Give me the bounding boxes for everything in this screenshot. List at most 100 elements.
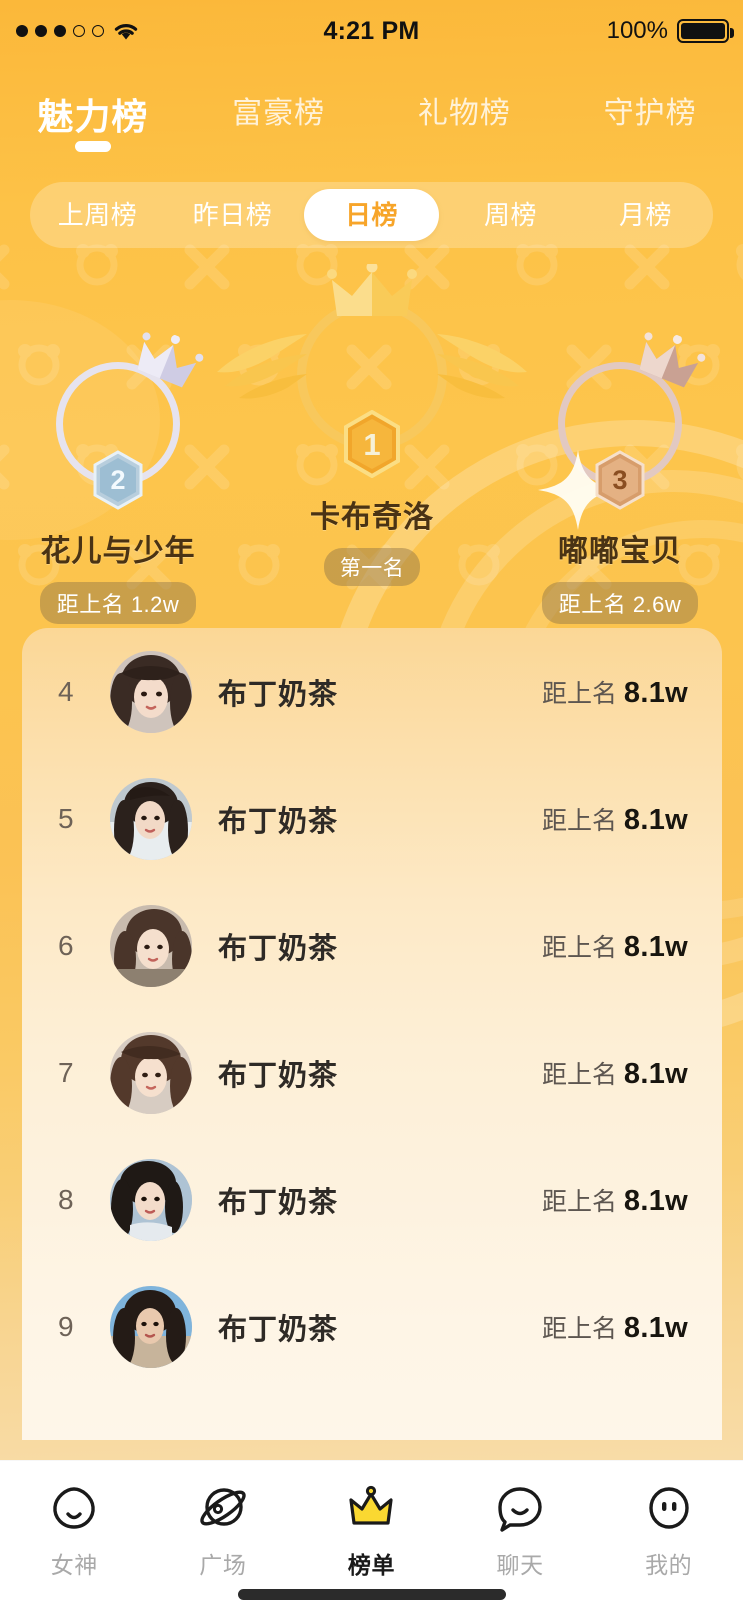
period-tab-weekly[interactable]: 周榜 bbox=[443, 189, 578, 241]
table-row[interactable]: 6 布丁奶茶 距上名 8.1w bbox=[22, 882, 722, 1009]
row-score-prefix: 距上名 bbox=[541, 806, 617, 835]
table-row[interactable]: 9 布丁奶茶 距上名 8.1w bbox=[22, 1263, 722, 1390]
rank-badge-3: 3 bbox=[593, 450, 647, 510]
planet-icon bbox=[200, 1488, 246, 1526]
wings-gold-icon-right bbox=[437, 334, 527, 399]
row-user-name: 布丁奶茶 bbox=[218, 1186, 339, 1219]
podium-rank-1[interactable]: 1 卡布奇洛 第一名 bbox=[217, 264, 527, 586]
podium-rank-2[interactable]: 2 花儿与少年 距上名 1.2w bbox=[18, 332, 218, 624]
period-tab-daily[interactable]: 日榜 bbox=[304, 189, 439, 241]
row-rank-number: 4 bbox=[58, 675, 74, 707]
app-screen: 4:21 PM 100% 魅力榜 富豪榜 礼物榜 守护榜 上周榜 昨日榜 日榜 … bbox=[0, 0, 743, 1617]
battery-full-icon bbox=[677, 19, 734, 43]
bottom-navigation-bar: 女神 广场 榜单 聊天 我的 bbox=[0, 1460, 743, 1617]
row-score-prefix: 距上名 bbox=[541, 679, 617, 708]
row-score-prefix: 距上名 bbox=[541, 1187, 617, 1216]
avatar-photo-6 bbox=[110, 1285, 192, 1368]
tab-label: 魅力榜 bbox=[37, 96, 149, 137]
nav-label: 聊天 bbox=[496, 1552, 544, 1578]
row-rank-number: 7 bbox=[58, 1056, 74, 1088]
podium-top-three: 2 花儿与少年 距上名 1.2w 1 卡布奇洛 第一名 3 嘟嘟宝贝 距上名 2… bbox=[0, 264, 743, 630]
rank-badge-number: 2 bbox=[110, 464, 126, 495]
avatar[interactable] bbox=[110, 650, 192, 733]
tab-gift-board[interactable]: 礼物榜 bbox=[372, 78, 558, 132]
row-user-name: 布丁奶茶 bbox=[218, 932, 339, 965]
rank-list-card: 4 布丁奶茶 距上名 8.1w 5 布丁奶茶 距上名 8.1w 6 布丁奶茶 距… bbox=[22, 628, 722, 1440]
period-tab-last-week[interactable]: 上周榜 bbox=[30, 189, 165, 241]
nav-item-plaza[interactable]: 广场 bbox=[149, 1483, 298, 1580]
row-rank-number: 8 bbox=[58, 1183, 74, 1215]
row-user-name: 布丁奶茶 bbox=[218, 1059, 339, 1092]
row-score: 距上名 8.1w bbox=[542, 1055, 688, 1091]
podium-name-2: 花儿与少年 bbox=[40, 535, 196, 568]
crown-icon bbox=[349, 1485, 394, 1525]
rank-badge-number: 1 bbox=[363, 426, 381, 462]
podium-avatar-3[interactable]: 3 bbox=[538, 332, 706, 530]
wings-gold-icon-left bbox=[217, 334, 307, 399]
table-row[interactable]: 8 布丁奶茶 距上名 8.1w bbox=[22, 1136, 722, 1263]
podium-avatar-1[interactable]: 1 bbox=[217, 264, 527, 478]
home-indicator-bar[interactable] bbox=[237, 1589, 506, 1600]
row-score-prefix: 距上名 bbox=[541, 933, 617, 962]
avatar[interactable] bbox=[110, 777, 192, 860]
battery-percent-label: 100% bbox=[606, 17, 668, 44]
tab-charm-board[interactable]: 魅力榜 bbox=[0, 78, 186, 152]
profile-face-icon bbox=[648, 1487, 689, 1529]
status-bar: 4:21 PM 100% bbox=[0, 0, 743, 62]
nav-item-profile[interactable]: 我的 bbox=[594, 1483, 743, 1580]
tab-label: 富豪榜 bbox=[232, 97, 326, 130]
row-user-name: 布丁奶茶 bbox=[218, 805, 339, 838]
row-rank-number: 9 bbox=[58, 1310, 74, 1342]
row-score: 距上名 8.1w bbox=[542, 674, 688, 710]
row-score-prefix: 距上名 bbox=[541, 1060, 617, 1089]
avatar[interactable] bbox=[110, 904, 192, 987]
podium-avatar-2[interactable]: 2 bbox=[56, 332, 204, 510]
chat-bubble-icon bbox=[498, 1487, 542, 1532]
avatar[interactable] bbox=[110, 1031, 192, 1114]
row-score-value: 8.1w bbox=[623, 930, 688, 963]
tab-active-indicator bbox=[74, 141, 111, 152]
period-tab-monthly[interactable]: 月榜 bbox=[578, 189, 713, 241]
row-score-value: 8.1w bbox=[623, 1057, 688, 1090]
rank-badge-1: 1 bbox=[341, 410, 403, 478]
row-user-name: 布丁奶茶 bbox=[218, 678, 339, 711]
tab-guardian-board[interactable]: 守护榜 bbox=[557, 78, 743, 132]
rank-badge-2: 2 bbox=[91, 450, 145, 510]
status-bar-right: 100% bbox=[606, 17, 734, 45]
row-rank-number: 6 bbox=[58, 929, 74, 961]
podium-rank-3[interactable]: 3 嘟嘟宝贝 距上名 2.6w bbox=[518, 332, 722, 624]
period-tab-yesterday[interactable]: 昨日榜 bbox=[165, 189, 300, 241]
nav-label: 广场 bbox=[199, 1552, 247, 1578]
row-score: 距上名 8.1w bbox=[542, 1309, 688, 1345]
row-rank-number: 5 bbox=[58, 802, 74, 834]
podium-gap-badge-3: 距上名 2.6w bbox=[541, 582, 699, 624]
tab-label: 守护榜 bbox=[603, 97, 697, 130]
avatar[interactable] bbox=[110, 1285, 192, 1368]
nav-label: 女神 bbox=[50, 1552, 98, 1578]
podium-gap-badge-2: 距上名 1.2w bbox=[39, 582, 197, 624]
nav-item-goddess[interactable]: 女神 bbox=[0, 1483, 149, 1580]
rank-badge-number: 3 bbox=[612, 464, 628, 495]
nav-item-chat[interactable]: 聊天 bbox=[446, 1483, 595, 1580]
row-score-value: 8.1w bbox=[623, 676, 688, 709]
top-tab-bar: 魅力榜 富豪榜 礼物榜 守护榜 bbox=[0, 78, 743, 164]
podium-name-1: 卡布奇洛 bbox=[310, 501, 434, 534]
avatar[interactable] bbox=[110, 1158, 192, 1241]
nav-label: 榜单 bbox=[347, 1552, 396, 1578]
row-score-value: 8.1w bbox=[623, 1184, 688, 1217]
row-score: 距上名 8.1w bbox=[542, 801, 688, 837]
nav-label: 我的 bbox=[645, 1552, 693, 1578]
table-row[interactable]: 7 布丁奶茶 距上名 8.1w bbox=[22, 1009, 722, 1136]
tab-wealth-board[interactable]: 富豪榜 bbox=[186, 78, 372, 132]
avatar-photo-4 bbox=[110, 1031, 192, 1114]
row-score: 距上名 8.1w bbox=[542, 1182, 688, 1218]
row-score-value: 8.1w bbox=[623, 803, 688, 836]
table-row[interactable]: 5 布丁奶茶 距上名 8.1w bbox=[22, 755, 722, 882]
avatar-photo-3 bbox=[110, 904, 192, 987]
period-tab-bar: 上周榜 昨日榜 日榜 周榜 月榜 bbox=[30, 182, 713, 248]
nav-item-ranking[interactable]: 榜单 bbox=[297, 1483, 446, 1580]
avatar-photo-2 bbox=[110, 777, 192, 860]
row-user-name: 布丁奶茶 bbox=[218, 1313, 339, 1346]
table-row[interactable]: 4 布丁奶茶 距上名 8.1w bbox=[22, 628, 722, 755]
row-score: 距上名 8.1w bbox=[542, 928, 688, 964]
